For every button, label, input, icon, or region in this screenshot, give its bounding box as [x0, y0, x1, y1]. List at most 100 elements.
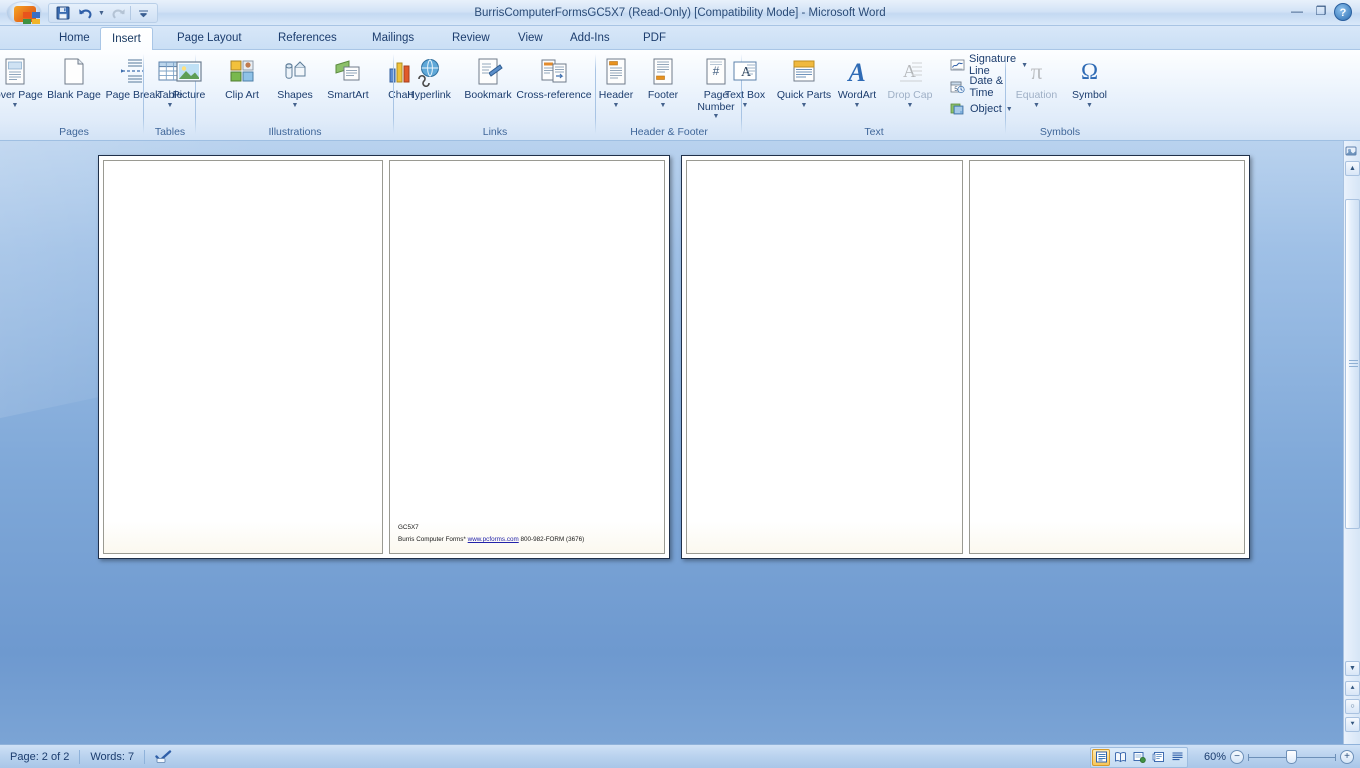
previous-page-button[interactable]: ⯅ [1345, 681, 1360, 696]
chevron-down-icon[interactable]: ▼ [713, 113, 720, 120]
signature-line-icon [950, 57, 965, 73]
ribbon-group-label: Header & Footer [630, 126, 708, 138]
full-screen-reading-view-button[interactable] [1111, 749, 1129, 766]
web-layout-view-button[interactable] [1130, 749, 1148, 766]
select-browse-object-top-icon[interactable] [1343, 143, 1359, 159]
next-page-button[interactable]: ⯆ [1345, 717, 1360, 732]
tab-insert[interactable]: Insert [100, 27, 153, 50]
blank-page-button[interactable]: Blank Page [45, 52, 103, 114]
chevron-down-icon[interactable]: ▼ [1033, 102, 1040, 109]
zoom-out-button[interactable]: − [1230, 750, 1244, 764]
cover-page-button[interactable]: Cover Page▼ [0, 52, 44, 114]
ribbon-button-label: Picture [172, 89, 206, 101]
save-icon[interactable] [53, 4, 73, 22]
chevron-down-icon[interactable]: ▼ [660, 102, 667, 109]
chevron-down-icon[interactable]: ▼ [292, 102, 299, 109]
tab-view[interactable]: View [507, 27, 554, 50]
svg-text:A: A [846, 58, 865, 87]
word-count[interactable]: Words: 7 [80, 745, 144, 768]
tab-references[interactable]: References [267, 27, 348, 50]
ribbon: Cover Page▼Blank PagePage BreakPagesTabl… [0, 50, 1360, 141]
tab-add-ins[interactable]: Add-Ins [559, 27, 621, 50]
chevron-down-icon[interactable]: ▼ [1086, 102, 1093, 109]
quick-parts-button[interactable]: Quick Parts ▼ [775, 52, 833, 114]
smartart-button[interactable]: SmartArt [319, 52, 377, 114]
undo-icon[interactable] [75, 4, 95, 22]
shapes-button[interactable]: Shapes ▼ [272, 52, 318, 114]
scroll-up-button[interactable]: ▲ [1345, 161, 1360, 176]
office-logo-icon [14, 6, 40, 24]
header-icon [600, 56, 632, 88]
chevron-down-icon[interactable]: ▼ [907, 102, 914, 109]
equation-button: π Equation ▼ [1008, 52, 1066, 114]
restore-button[interactable]: ❐ [1310, 2, 1332, 20]
hyperlink-button[interactable]: Hyperlink [400, 52, 458, 114]
bookmark-button[interactable]: Bookmark [459, 52, 517, 114]
header-button[interactable]: Header ▼ [593, 52, 639, 114]
zoom-in-button[interactable]: + [1340, 750, 1354, 764]
chevron-down-icon[interactable]: ▼ [801, 102, 808, 109]
ribbon-group-label: Links [482, 126, 508, 138]
chevron-down-icon[interactable]: ▼ [613, 102, 620, 109]
footer-website-link[interactable]: www.pcforms.com [468, 536, 519, 543]
office-button[interactable] [6, 1, 42, 25]
quick-parts-icon [788, 56, 820, 88]
text-box-icon: A [729, 56, 761, 88]
page-footer-text: Burris Computer Forms* www.pcforms.com 8… [398, 535, 584, 544]
symbol-button[interactable]: Ω Symbol ▼ [1067, 52, 1113, 114]
ribbon-group-symbols: π Equation ▼ Ω Symbol ▼ Symbols [1006, 50, 1114, 141]
document-page-1[interactable] [103, 160, 383, 554]
page-indicator[interactable]: Page: 2 of 2 [0, 745, 79, 768]
equation-icon: π [1030, 59, 1043, 84]
chevron-down-icon[interactable]: ▼ [742, 102, 749, 109]
zoom-slider[interactable] [1248, 750, 1336, 764]
zoom-notch [1335, 754, 1336, 761]
tab-pdf[interactable]: PDF [632, 27, 677, 50]
zoom-slider-thumb[interactable] [1286, 750, 1297, 764]
shapes-icon [279, 56, 311, 88]
select-browse-object-button[interactable]: ○ [1345, 699, 1360, 714]
symbol-icon: Ω [1080, 59, 1099, 84]
blank-page-icon [58, 56, 90, 88]
redo-icon[interactable] [108, 4, 128, 22]
tab-page-layout[interactable]: Page Layout [166, 27, 253, 50]
ribbon-button-label: Quick Parts [776, 89, 832, 101]
document-page-3[interactable] [686, 160, 963, 554]
document-page-4[interactable] [969, 160, 1245, 554]
ribbon-group-illustrations: Picture Clip Art Shapes ▼ SmartArt Chart Illus… [173, 50, 414, 141]
chevron-down-icon[interactable]: ▼ [854, 102, 861, 109]
scrollbar-grip-icon [1349, 360, 1358, 368]
vertical-scrollbar[interactable]: ▲ ▼ ⯅ ○ ⯆ [1343, 141, 1360, 744]
text-box-button[interactable]: A Text Box ▼ [716, 52, 774, 114]
ribbon-group-label: Illustrations [268, 126, 322, 138]
scroll-down-button[interactable]: ▼ [1345, 661, 1360, 676]
document-page-2[interactable]: GC5X7 Burris Computer Forms* www.pcforms… [389, 160, 665, 554]
tab-review[interactable]: Review [441, 27, 501, 50]
draft-view-button[interactable] [1168, 749, 1186, 766]
ribbon-group-text: A Text Box ▼ Quick Parts ▼ A WordArt ▼ A Drop Cap… [725, 50, 1028, 141]
footer-button[interactable]: Footer ▼ [640, 52, 686, 114]
print-layout-view-button[interactable] [1092, 748, 1110, 766]
customize-quick-access-icon[interactable] [133, 4, 153, 22]
ribbon-button-label: Hyperlink [407, 89, 451, 101]
picture-button[interactable]: Picture [166, 52, 212, 114]
page-spread-1[interactable]: GC5X7 Burris Computer Forms* www.pcforms… [98, 155, 670, 559]
small-button-label: Object [969, 103, 1002, 115]
ribbon-button-label: Footer [647, 89, 679, 101]
proofing-errors-icon[interactable] [145, 745, 182, 768]
tab-home[interactable]: Home [48, 27, 101, 50]
document-workspace[interactable]: GC5X7 Burris Computer Forms* www.pcforms… [0, 141, 1360, 744]
cover-page-icon [0, 56, 31, 88]
page-spread-2[interactable] [681, 155, 1250, 559]
tab-mailings[interactable]: Mailings [361, 27, 425, 50]
outline-view-button[interactable] [1149, 749, 1167, 766]
undo-dropdown-caret-icon[interactable]: ▼ [97, 4, 106, 22]
clip-art-button[interactable]: Clip Art [213, 52, 271, 114]
cross-reference-button[interactable]: Cross-reference [516, 52, 592, 114]
scrollbar-thumb[interactable] [1345, 199, 1360, 529]
minimize-button[interactable]: — [1286, 2, 1308, 20]
wordart-button[interactable]: A WordArt ▼ [834, 52, 880, 114]
chevron-down-icon[interactable]: ▼ [12, 102, 19, 109]
drop-cap-button: A Drop Cap ▼ [881, 52, 939, 114]
help-button[interactable]: ? [1334, 3, 1352, 21]
